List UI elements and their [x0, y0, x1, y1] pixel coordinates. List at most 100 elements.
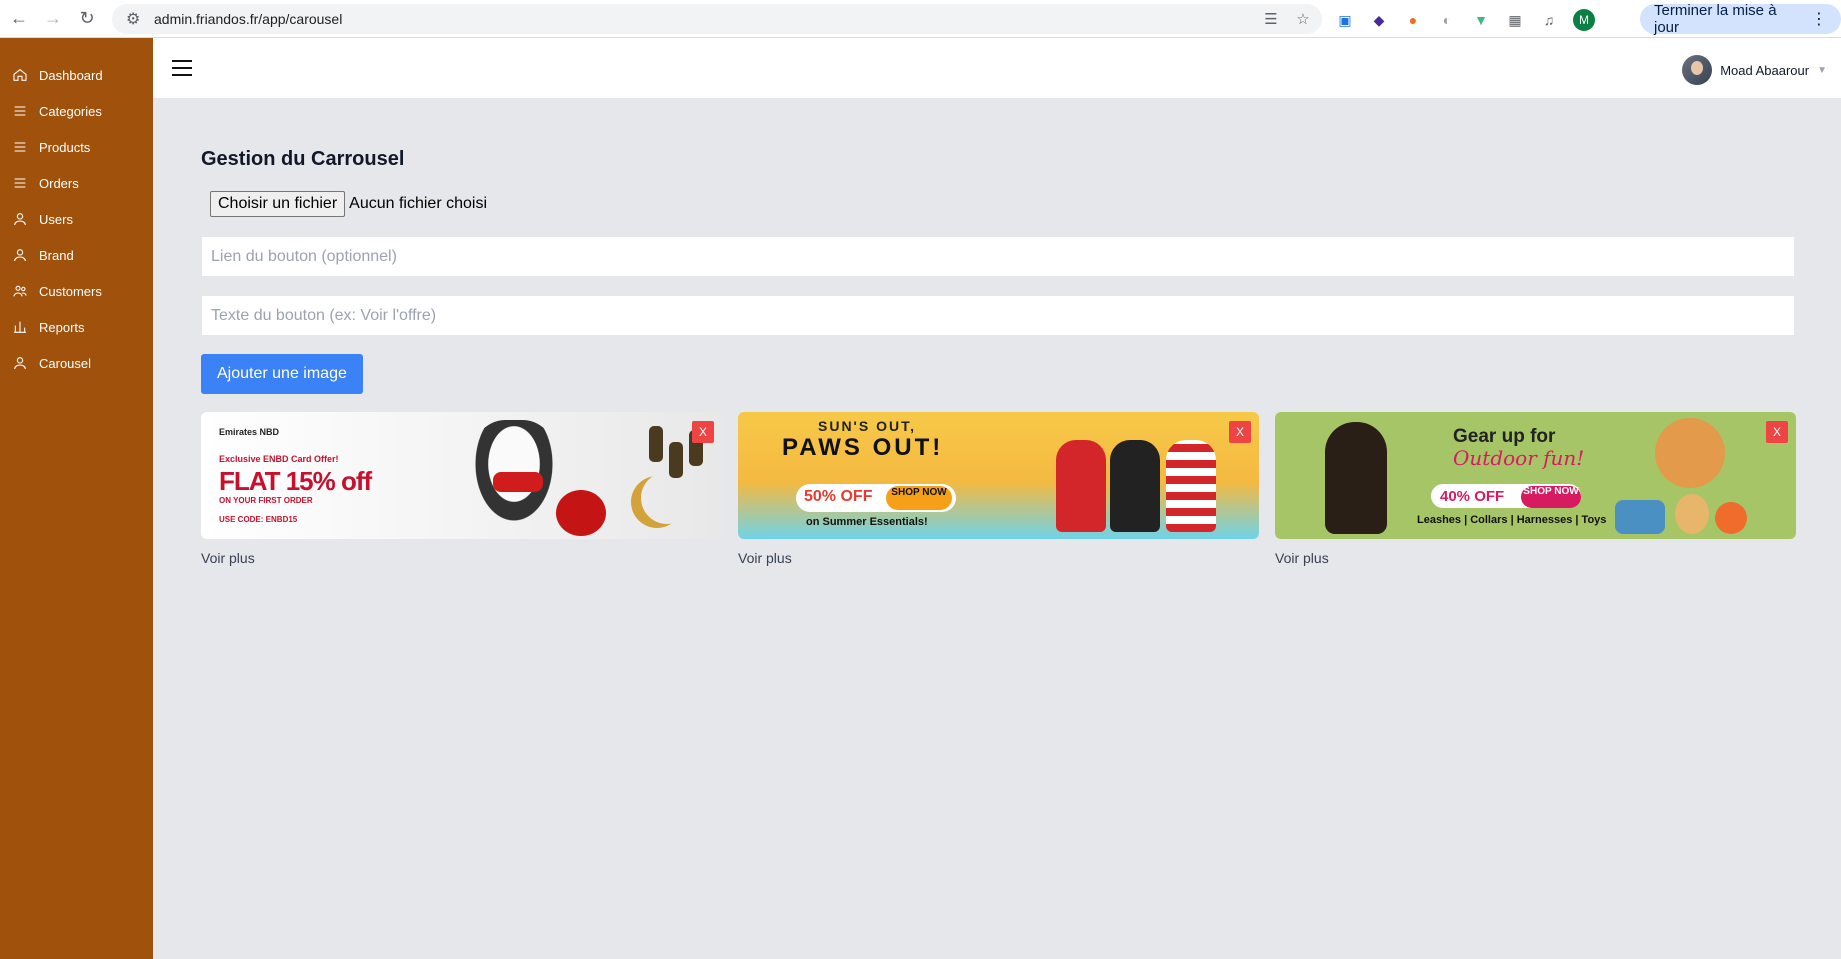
banner-footer: on Summer Essentials! — [806, 516, 928, 528]
sidebar-item-categories[interactable]: Categories — [0, 93, 153, 129]
bar-chart-icon — [11, 318, 29, 336]
toy-illustration — [1715, 502, 1747, 534]
sidebar-item-reports[interactable]: Reports — [0, 309, 153, 345]
profile-avatar[interactable]: M — [1573, 9, 1595, 31]
dog-illustration — [1166, 440, 1216, 532]
more-menu-icon[interactable]: ⋮ — [1811, 9, 1827, 29]
sidebar-item-label: Carousel — [39, 355, 92, 371]
chevron-down-icon: ▼ — [1817, 64, 1827, 76]
sidebar-item-products[interactable]: Products — [0, 129, 153, 165]
add-image-button[interactable]: Ajouter une image — [201, 354, 363, 394]
extensions-puzzle-icon[interactable]: ▦ — [1505, 10, 1525, 30]
url-text: admin.friandos.fr/app/carousel — [154, 11, 343, 27]
banner-tagline: Exclusive ENBD Card Offer! — [219, 454, 339, 464]
extension-badge-icon[interactable]: ◆ — [1369, 10, 1389, 30]
crescent-moon-illustration — [641, 472, 693, 524]
toy-illustration — [1675, 494, 1709, 534]
users-icon — [11, 282, 29, 300]
button-text-placeholder: Texte du bouton (ex: Voir l'offre) — [211, 306, 437, 324]
menu-toggle-icon[interactable] — [172, 60, 192, 76]
banner-headline: FLAT 15% off — [219, 466, 372, 496]
card-caption[interactable]: Voir plus — [1275, 550, 1796, 566]
scarf-illustration — [493, 472, 543, 492]
banner-footer: Leashes | Collars | Harnesses | Toys — [1417, 514, 1607, 526]
dog-illustration — [1110, 440, 1160, 532]
carousel-banner-image: Gear up for Outdoor fun! 40% OFF SHOP NO… — [1275, 412, 1796, 539]
banner-line2: PAWS OUT! — [782, 434, 944, 461]
user-menu[interactable]: Moad Abaarour ▼ — [1682, 55, 1827, 85]
bookmark-star-icon[interactable]: ☆ — [1294, 10, 1312, 28]
sidebar-item-label: Customers — [39, 283, 102, 299]
banner-offer: 50% OFF — [804, 488, 873, 505]
sidebar-item-label: Dashboard — [39, 67, 103, 83]
update-button[interactable]: Terminer la mise à jour ⋮ — [1640, 2, 1841, 36]
forward-icon[interactable]: → — [38, 4, 68, 34]
sidebar: Dashboard Categories Products Orders Use… — [0, 38, 153, 959]
back-icon[interactable]: ← — [4, 4, 34, 34]
toy-illustration — [1615, 500, 1665, 534]
translate-icon[interactable]: ☰ — [1262, 10, 1280, 28]
reload-icon[interactable]: ↻ — [72, 4, 102, 34]
sidebar-item-label: Reports — [39, 319, 85, 335]
file-status-text: Aucun fichier choisi — [349, 195, 487, 212]
lantern-illustration — [649, 426, 663, 462]
page-title: Gestion du Carrousel — [201, 148, 405, 170]
carousel-card: Emirates NBD Exclusive ENBD Card Offer! … — [201, 412, 722, 566]
carousel-banner-image: Emirates NBD Exclusive ENBD Card Offer! … — [201, 412, 722, 539]
lantern-illustration — [669, 442, 683, 478]
sidebar-item-label: Users — [39, 211, 73, 227]
banner-line2: Outdoor fun! — [1453, 446, 1585, 470]
banner-logo: Emirates NBD — [219, 427, 280, 437]
carousel-list: Emirates NBD Exclusive ENBD Card Offer! … — [201, 412, 1796, 566]
card-caption[interactable]: Voir plus — [738, 550, 1259, 566]
yarn-ball-illustration — [556, 490, 606, 536]
delete-button[interactable]: X — [1766, 421, 1788, 443]
file-upload: Choisir un fichier Aucun fichier choisi — [210, 191, 1795, 217]
address-bar[interactable]: ⚙ admin.friandos.fr/app/carousel ☰ ☆ — [112, 4, 1322, 34]
avatar — [1682, 55, 1713, 85]
banner-subline: ON YOUR FIRST ORDER — [219, 496, 313, 505]
user-name: Moad Abaarour — [1720, 62, 1810, 78]
list-icon — [11, 102, 29, 120]
carousel-banner-image: SUN'S OUT, PAWS OUT! 50% OFF SHOP NOW on… — [738, 412, 1259, 539]
sidebar-item-label: Brand — [39, 247, 74, 263]
delete-button[interactable]: X — [692, 421, 714, 443]
sidebar-item-brand[interactable]: Brand — [0, 237, 153, 273]
button-link-placeholder: Lien du bouton (optionnel) — [211, 247, 397, 265]
delete-button[interactable]: X — [1229, 421, 1251, 443]
sidebar-item-label: Categories — [39, 103, 102, 119]
extension-grey-icon[interactable]: ◐ — [1437, 10, 1457, 30]
dog-illustration — [1056, 440, 1106, 532]
sidebar-item-label: Orders — [39, 175, 79, 191]
banner-line1: SUN'S OUT, — [818, 418, 917, 434]
sidebar-item-label: Products — [39, 139, 91, 155]
button-link-input[interactable]: Lien du bouton (optionnel) — [201, 236, 1795, 277]
site-info-icon[interactable]: ⚙ — [126, 11, 142, 28]
choose-file-button[interactable]: Choisir un fichier — [210, 191, 346, 217]
card-caption[interactable]: Voir plus — [201, 550, 722, 566]
sidebar-item-customers[interactable]: Customers — [0, 273, 153, 309]
carousel-card: SUN'S OUT, PAWS OUT! 50% OFF SHOP NOW on… — [738, 412, 1259, 566]
extension-vue-icon[interactable]: ▼ — [1471, 10, 1491, 30]
media-control-icon[interactable]: ♫ — [1539, 10, 1559, 30]
sidebar-item-carousel[interactable]: Carousel — [0, 345, 153, 381]
home-icon — [11, 66, 29, 84]
top-header: Moad Abaarour ▼ — [153, 38, 1841, 99]
banner-line1: Gear up for — [1453, 426, 1556, 447]
carousel-card: Gear up for Outdoor fun! 40% OFF SHOP NO… — [1275, 412, 1796, 566]
user-icon — [11, 210, 29, 228]
user-icon — [11, 246, 29, 264]
sidebar-item-users[interactable]: Users — [0, 201, 153, 237]
sidebar-item-dashboard[interactable]: Dashboard — [0, 57, 153, 93]
banner-code: USE CODE: ENBD15 — [219, 515, 298, 524]
button-text-input[interactable]: Texte du bouton (ex: Voir l'offre) — [201, 295, 1795, 336]
extension-fox-icon[interactable]: ● — [1403, 10, 1423, 30]
banner-shop-label: SHOP NOW — [1521, 486, 1581, 508]
dog-illustration — [1655, 418, 1725, 488]
browser-toolbar: ← → ↻ ⚙ admin.friandos.fr/app/carousel ☰… — [0, 0, 1841, 38]
extension-screen-icon[interactable]: ▣ — [1335, 10, 1355, 30]
list-icon — [11, 174, 29, 192]
update-button-label: Terminer la mise à jour — [1654, 2, 1777, 36]
sidebar-item-orders[interactable]: Orders — [0, 165, 153, 201]
banner-offer: 40% OFF — [1440, 488, 1505, 505]
